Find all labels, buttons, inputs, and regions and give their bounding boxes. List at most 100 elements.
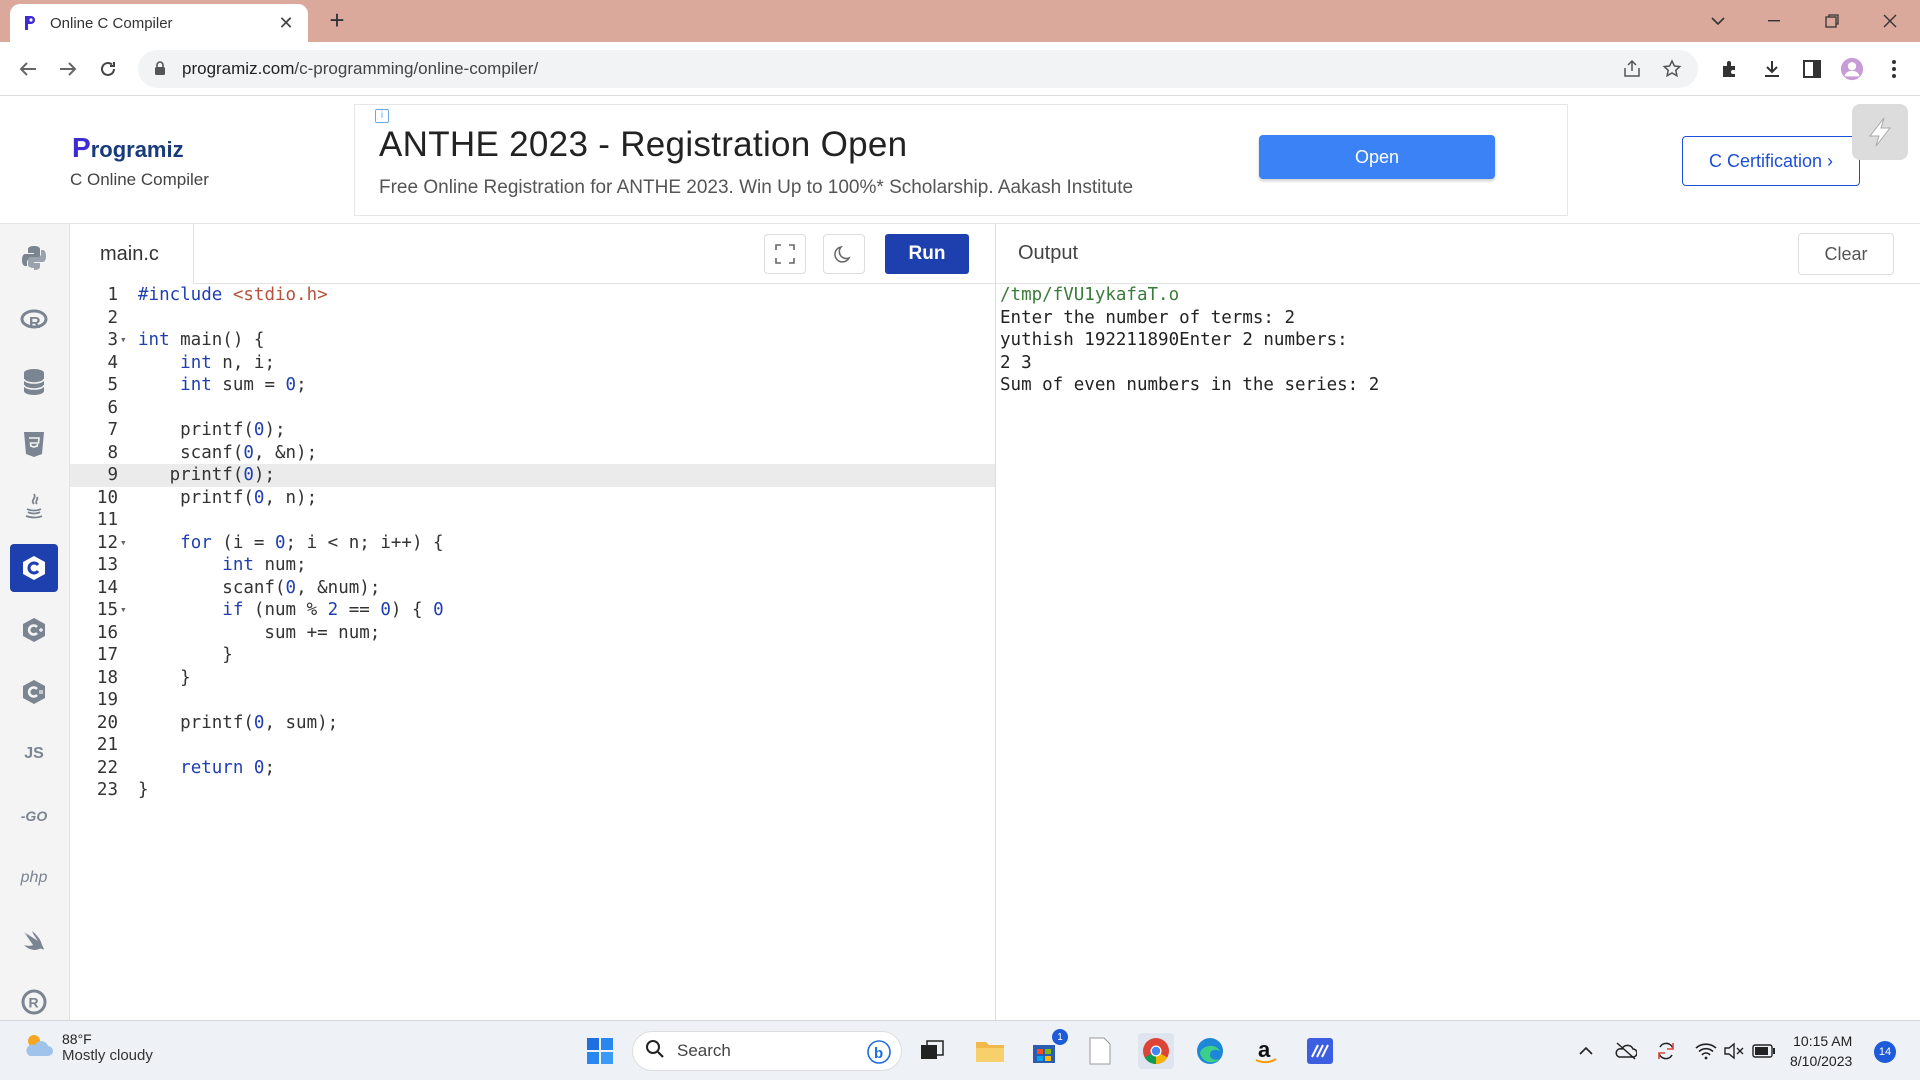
code-line[interactable]: 2 xyxy=(70,307,996,330)
code-line[interactable]: 18 } xyxy=(70,667,996,690)
code-line-text: printf(0, n); xyxy=(138,487,318,508)
run-button[interactable]: Run xyxy=(885,234,969,274)
code-line[interactable]: 7 printf(0); xyxy=(70,419,996,442)
bookmark-star-icon[interactable] xyxy=(1662,59,1682,79)
panel-divider[interactable] xyxy=(995,224,996,1020)
chevron-up-icon[interactable] xyxy=(1574,1039,1598,1063)
code-line[interactable]: 16 sum += num; xyxy=(70,622,996,645)
system-clock[interactable]: 10:15 AM 8/10/2023 xyxy=(1790,1031,1852,1071)
app-icon[interactable] xyxy=(1302,1033,1338,1069)
csharp-icon[interactable] xyxy=(10,668,58,716)
close-tab-icon[interactable]: ✕ xyxy=(276,13,296,34)
r-icon[interactable]: R xyxy=(10,296,58,344)
close-window-button[interactable] xyxy=(1862,0,1918,42)
reload-icon[interactable] xyxy=(94,55,122,83)
code-line[interactable]: 22 return 0; xyxy=(70,757,996,780)
code-line-text: printf(0, sum); xyxy=(138,712,339,733)
fullscreen-icon[interactable] xyxy=(764,234,806,274)
go-icon[interactable]: -GO xyxy=(10,792,58,840)
ad-description[interactable]: Free Online Registration for ANTHE 2023.… xyxy=(379,177,1133,199)
code-line[interactable]: 3 ▾ int main() { xyxy=(70,329,996,352)
file-tab-main-c[interactable]: main.c xyxy=(70,224,194,284)
js-icon[interactable]: JS xyxy=(10,730,58,778)
edge-icon[interactable] xyxy=(1192,1033,1228,1069)
weather-widget[interactable]: 88°F Mostly cloudy xyxy=(22,1031,153,1064)
ad-open-button[interactable]: Open xyxy=(1259,135,1495,179)
php-icon[interactable]: php xyxy=(10,854,58,902)
restore-button[interactable] xyxy=(1804,0,1860,42)
code-line[interactable]: 13 int num; xyxy=(70,554,996,577)
url-host: programiz.com xyxy=(182,59,295,78)
code-line[interactable]: 10 printf(0, n); xyxy=(70,487,996,510)
code-line[interactable]: 23} xyxy=(70,779,996,802)
browser-tab[interactable]: Online C Compiler ✕ xyxy=(10,4,308,42)
microsoft-store-icon[interactable]: 1 xyxy=(1026,1029,1068,1069)
cpp-icon[interactable] xyxy=(10,606,58,654)
fold-arrow-icon[interactable]: ▾ xyxy=(120,532,127,555)
java-icon[interactable] xyxy=(10,482,58,530)
wifi-icon[interactable] xyxy=(1694,1039,1718,1063)
volume-muted-icon[interactable] xyxy=(1722,1039,1746,1063)
code-line[interactable]: 19 xyxy=(70,689,996,712)
code-editor[interactable]: 1 #include <stdio.h> 2 3 ▾ int main() {4 int … xyxy=(70,284,996,1020)
programiz-favicon-icon xyxy=(22,15,38,31)
code-line[interactable]: 20 printf(0, sum); xyxy=(70,712,996,735)
battery-icon[interactable] xyxy=(1752,1039,1776,1063)
output-console[interactable]: /tmp/fVU1ykafaT.o Enter the number of ter… xyxy=(1000,284,1918,1020)
rust-icon[interactable]: R xyxy=(10,978,58,1026)
back-icon[interactable] xyxy=(14,55,42,83)
ad-banner[interactable]: i ANTHE 2023 - Registration Open Free On… xyxy=(354,104,1568,216)
file-explorer-icon[interactable] xyxy=(972,1033,1008,1069)
menu-icon[interactable] xyxy=(1882,57,1906,81)
code-line[interactable]: 4 int n, i; xyxy=(70,352,996,375)
bing-icon[interactable]: b xyxy=(867,1040,891,1069)
task-view-icon[interactable] xyxy=(914,1033,950,1069)
address-bar[interactable]: programiz.com/c-programming/online-compi… xyxy=(138,50,1698,88)
c-icon[interactable] xyxy=(10,544,58,592)
extensions-icon[interactable] xyxy=(1718,57,1742,81)
profile-avatar[interactable] xyxy=(1840,57,1864,81)
clear-button[interactable]: Clear xyxy=(1798,233,1894,275)
chrome-icon[interactable] xyxy=(1138,1033,1174,1069)
dark-mode-icon[interactable] xyxy=(823,234,865,274)
swift-icon[interactable] xyxy=(10,916,58,964)
premium-bolt-icon[interactable] xyxy=(1852,104,1908,160)
line-number: 9 xyxy=(107,465,118,485)
fold-arrow-icon[interactable]: ▾ xyxy=(120,329,127,352)
lock-icon[interactable] xyxy=(154,61,170,77)
share-icon[interactable] xyxy=(1622,59,1642,79)
onedrive-offline-icon[interactable] xyxy=(1614,1039,1638,1063)
code-line[interactable]: 8 scanf(0, &n); xyxy=(70,442,996,465)
programiz-logo[interactable]: Programiz xyxy=(72,132,184,164)
code-line[interactable]: 11 xyxy=(70,509,996,532)
notification-badge[interactable]: 14 xyxy=(1874,1041,1896,1063)
taskbar-search[interactable]: Search b xyxy=(632,1031,902,1071)
code-line[interactable]: 14 scanf(0, &num); xyxy=(70,577,996,600)
notepad-icon[interactable] xyxy=(1082,1033,1118,1069)
html-icon[interactable] xyxy=(10,420,58,468)
code-line[interactable]: 9 printf(0); xyxy=(70,464,996,487)
c-certification-button[interactable]: C Certification › xyxy=(1682,136,1860,186)
minimize-button[interactable] xyxy=(1746,0,1802,42)
code-line[interactable]: 17 } xyxy=(70,644,996,667)
code-line[interactable]: 15 ▾ if (num % 2 == 0) { 0 xyxy=(70,599,996,622)
fold-arrow-icon[interactable]: ▾ xyxy=(120,599,127,622)
side-panel-icon[interactable] xyxy=(1800,57,1824,81)
python-icon[interactable] xyxy=(10,234,58,282)
code-line[interactable]: 5 int sum = 0; xyxy=(70,374,996,397)
tab-search-icon[interactable] xyxy=(1690,0,1746,42)
ad-title[interactable]: ANTHE 2023 - Registration Open xyxy=(379,125,907,165)
code-line[interactable]: 12 ▾ for (i = 0; i < n; i++) { xyxy=(70,532,996,555)
sync-icon[interactable] xyxy=(1654,1039,1678,1063)
amazon-icon[interactable]: a xyxy=(1248,1033,1284,1069)
new-tab-button[interactable]: + xyxy=(322,6,352,36)
forward-icon[interactable] xyxy=(54,55,82,83)
download-icon[interactable] xyxy=(1760,57,1784,81)
windows-start-icon[interactable] xyxy=(582,1033,618,1069)
code-line[interactable]: 6 xyxy=(70,397,996,420)
code-line[interactable]: 1 #include <stdio.h> xyxy=(70,284,996,307)
ad-info-icon[interactable]: i xyxy=(375,109,389,123)
code-line[interactable]: 21 xyxy=(70,734,996,757)
code-line-text: scanf(0, &n); xyxy=(138,442,318,463)
sql-icon[interactable] xyxy=(10,358,58,406)
